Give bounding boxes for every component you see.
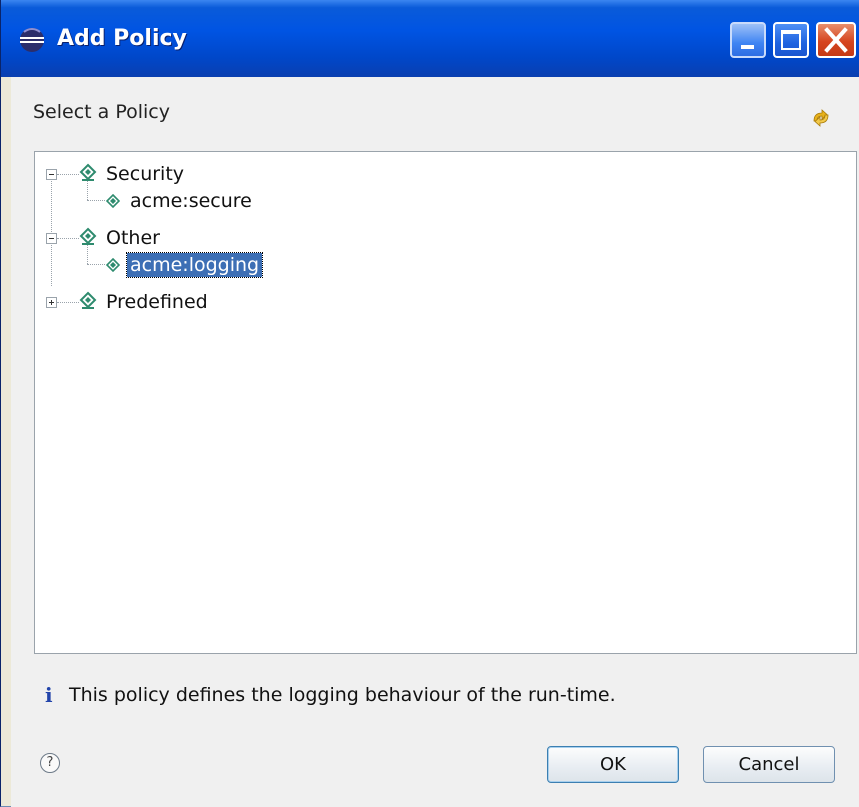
tree-node-other[interactable]: Other [35, 224, 435, 252]
select-policy-label: Select a Policy [33, 101, 170, 123]
tree-node-security[interactable]: Security [35, 160, 435, 188]
tree-connector [87, 264, 105, 265]
tree-node-label: acme:secure [130, 190, 252, 212]
tree-node-label: acme:logging [125, 252, 264, 278]
policy-description: This policy defines the logging behaviou… [69, 684, 616, 706]
expand-toggle[interactable] [46, 297, 57, 308]
tree-connector [57, 302, 79, 303]
tree-connector [87, 200, 105, 201]
policy-tree[interactable]: Security acme:secure Other acme:logging … [34, 151, 857, 654]
eclipse-sphere-icon [20, 28, 44, 52]
tree-connector [57, 174, 79, 175]
policy-category-icon [79, 163, 97, 181]
policy-category-icon [79, 227, 97, 245]
collapse-toggle[interactable] [46, 169, 57, 180]
tree-node-label: Predefined [106, 291, 208, 313]
close-icon [824, 27, 848, 53]
tree-node-acme-secure[interactable]: acme:secure [35, 190, 435, 220]
maximize-icon [781, 30, 801, 50]
tree-node-predefined[interactable]: Predefined [35, 288, 435, 316]
policy-category-icon [79, 291, 97, 309]
tree-node-label: Security [106, 163, 185, 185]
policy-icon [106, 258, 120, 272]
tree-node-acme-logging[interactable]: acme:logging [35, 252, 435, 284]
refresh-icon[interactable] [808, 105, 834, 131]
minimize-button[interactable] [730, 22, 766, 58]
policy-icon [106, 194, 120, 208]
ok-button[interactable]: OK [547, 746, 679, 783]
window-title: Add Policy [57, 26, 187, 51]
close-button[interactable] [816, 22, 856, 58]
maximize-button[interactable] [773, 22, 809, 58]
tree-node-label: Other [106, 227, 160, 249]
minimize-icon [741, 45, 754, 49]
dialog-content: Select a Policy Security acme:secure Oth… [11, 77, 859, 807]
add-policy-dialog: Add Policy Select a Policy Security acme… [0, 0, 859, 807]
help-icon[interactable]: ? [40, 753, 60, 773]
info-icon: i [45, 683, 53, 707]
tree-connector [57, 238, 79, 239]
cancel-button[interactable]: Cancel [703, 746, 835, 783]
title-bar[interactable]: Add Policy [1, 0, 859, 77]
collapse-toggle[interactable] [46, 233, 57, 244]
